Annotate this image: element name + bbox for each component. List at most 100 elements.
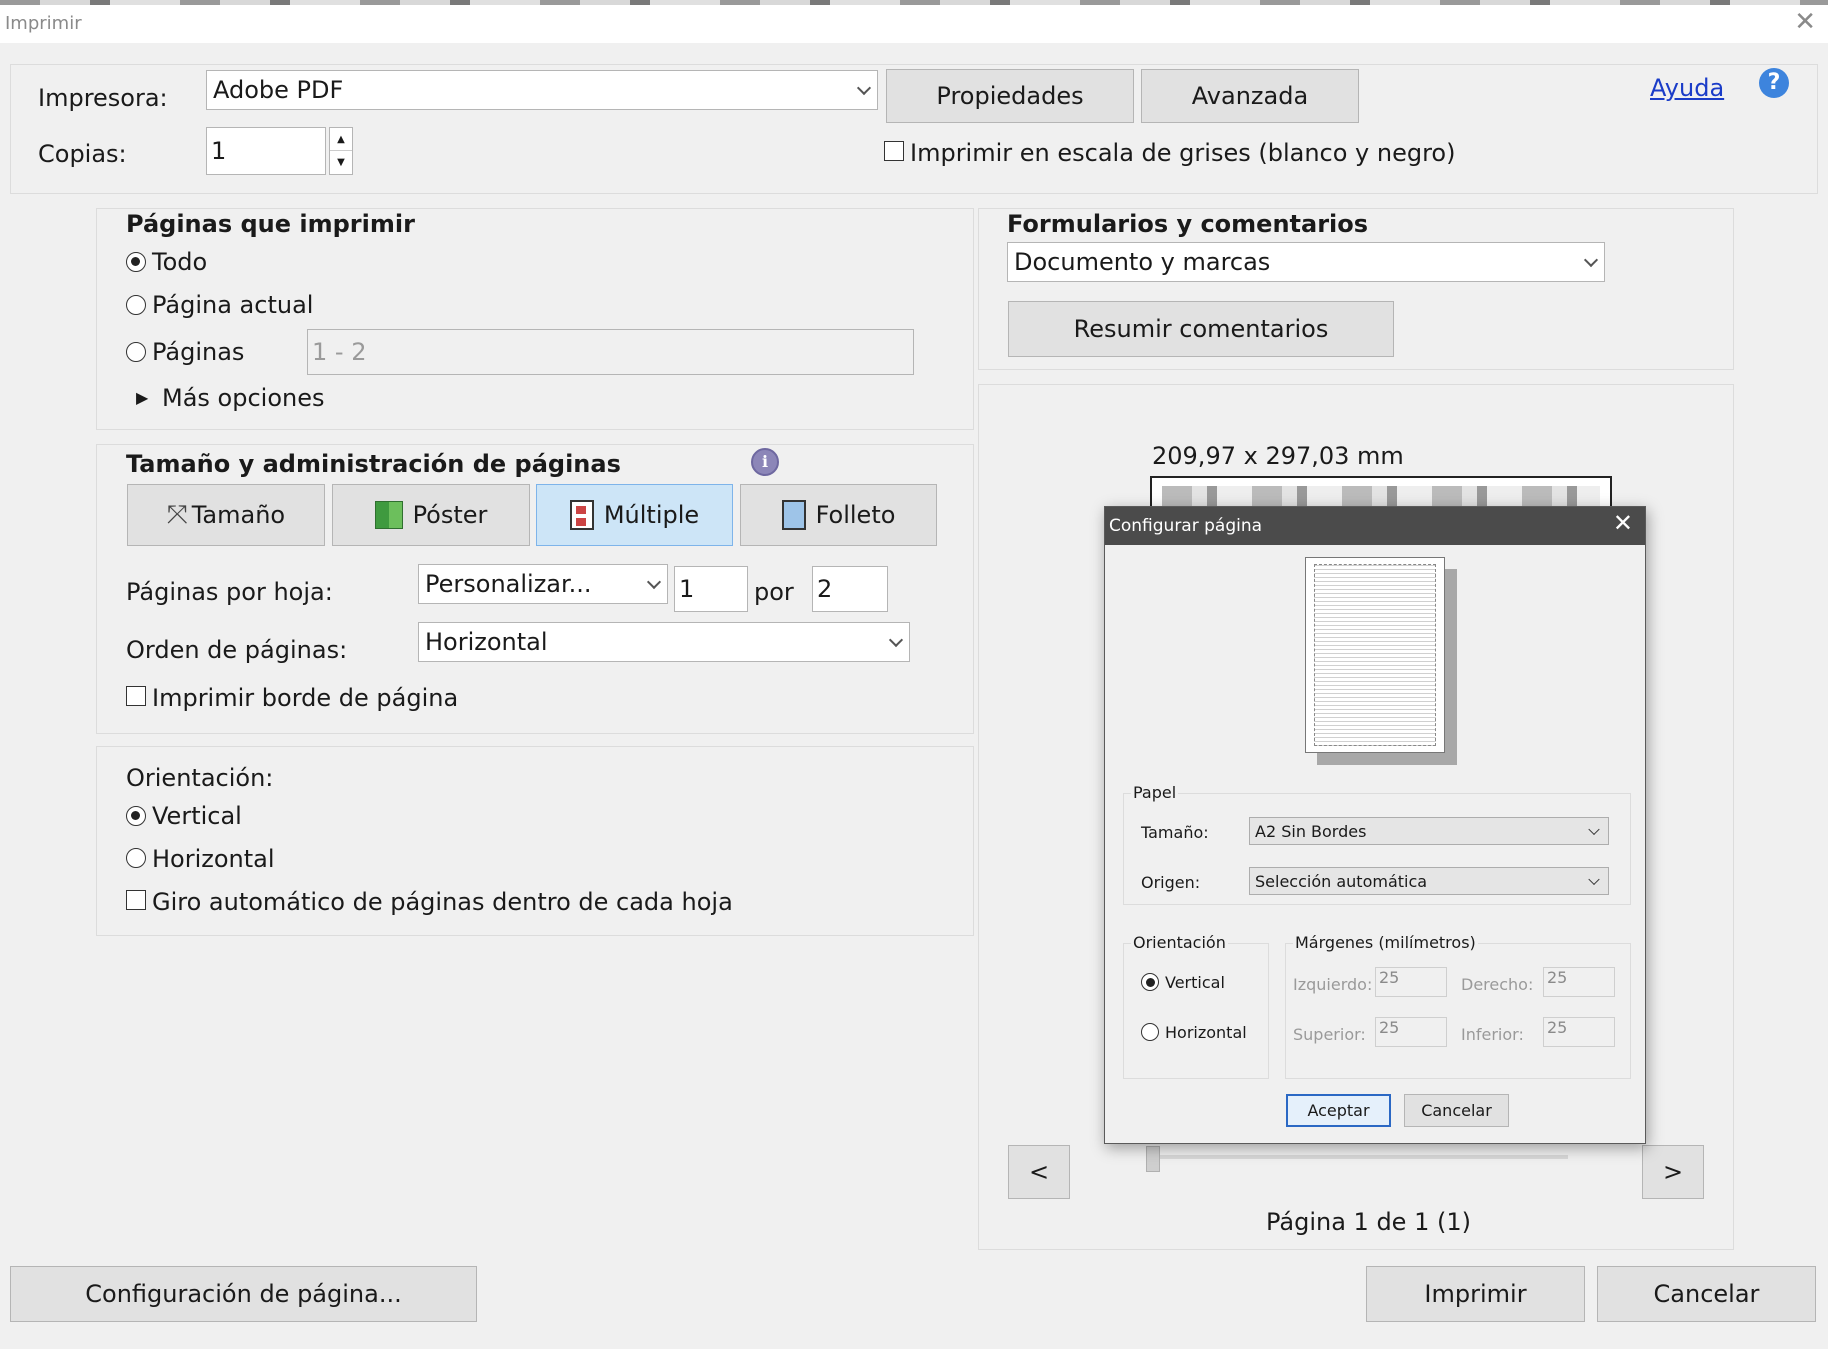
dialog-radio-horizontal-label: Horizontal bbox=[1165, 1023, 1247, 1042]
dialog-orientation-group bbox=[1123, 943, 1269, 1079]
margins-group bbox=[1285, 943, 1631, 1079]
page-dimensions: 209,97 x 297,03 mm bbox=[1152, 442, 1404, 470]
cancel-button[interactable]: Cancelar bbox=[1597, 1266, 1816, 1322]
right-margin-input[interactable]: 25 bbox=[1543, 967, 1615, 997]
page-order-select[interactable]: Horizontal bbox=[418, 622, 910, 662]
top-margin-input[interactable]: 25 bbox=[1375, 1017, 1447, 1047]
page-setup-button[interactable]: Configuración de página... bbox=[10, 1266, 477, 1322]
radio-current-page[interactable] bbox=[126, 295, 146, 315]
dialog-close-icon[interactable]: ✕ bbox=[1613, 509, 1633, 537]
booklet-icon bbox=[781, 500, 806, 530]
multiple-pages-icon bbox=[569, 500, 594, 530]
more-options-link[interactable]: Más opciones bbox=[162, 384, 325, 412]
by-label: por bbox=[754, 578, 794, 606]
tab-poster[interactable]: Póster bbox=[332, 484, 530, 546]
copies-input[interactable]: 1 bbox=[206, 127, 326, 175]
help-icon[interactable]: ? bbox=[1759, 68, 1789, 98]
info-icon[interactable]: i bbox=[751, 448, 779, 476]
window-title: Imprimir bbox=[5, 13, 82, 34]
page-border-checkbox[interactable] bbox=[126, 686, 146, 706]
comments-select[interactable]: Documento y marcas bbox=[1007, 242, 1605, 282]
paper-preview bbox=[1305, 557, 1445, 753]
dialog-radio-horizontal[interactable] bbox=[1141, 1023, 1159, 1041]
properties-button[interactable]: Propiedades bbox=[886, 69, 1134, 123]
pages-per-sheet-select[interactable]: Personalizar... bbox=[418, 564, 668, 604]
tab-multiple-label: Múltiple bbox=[603, 501, 700, 529]
page-border-label: Imprimir borde de página bbox=[152, 684, 459, 712]
grayscale-label: Imprimir en escala de grises (blanco y n… bbox=[910, 139, 1456, 167]
bottom-margin-label: Inferior: bbox=[1461, 1025, 1524, 1044]
dialog-orientation-label: Orientación bbox=[1131, 933, 1228, 952]
triangle-right-icon[interactable]: ▶ bbox=[136, 388, 148, 407]
copies-label: Copias: bbox=[38, 140, 127, 168]
resize-icon: ⤧ bbox=[166, 499, 188, 530]
tab-multiple[interactable]: Múltiple bbox=[536, 484, 733, 546]
tab-size[interactable]: ⤧ Tamaño bbox=[127, 484, 325, 546]
radio-horizontal[interactable] bbox=[126, 848, 146, 868]
left-margin-label: Izquierdo: bbox=[1293, 975, 1373, 994]
dialog-cancel-button[interactable]: Cancelar bbox=[1404, 1094, 1509, 1127]
grayscale-checkbox[interactable] bbox=[884, 141, 904, 161]
auto-rotate-checkbox[interactable] bbox=[126, 890, 146, 910]
left-margin-input[interactable]: 25 bbox=[1375, 967, 1447, 997]
help-link[interactable]: Ayuda bbox=[1650, 74, 1724, 102]
prev-page-button[interactable]: < bbox=[1008, 1145, 1070, 1199]
rows-input[interactable]: 2 bbox=[812, 566, 888, 612]
chevron-down-icon bbox=[1583, 252, 1599, 268]
poster-icon bbox=[374, 501, 403, 529]
printer-select[interactable]: Adobe PDF bbox=[206, 70, 878, 110]
margins-group-label: Márgenes (milímetros) bbox=[1293, 933, 1478, 952]
chevron-down-icon bbox=[1588, 823, 1600, 836]
radio-current-page-label: Página actual bbox=[152, 291, 314, 319]
columns-input[interactable]: 1 bbox=[674, 566, 748, 612]
paper-size-select[interactable]: A2 Sin Bordes bbox=[1249, 817, 1609, 845]
paper-group-label: Papel bbox=[1131, 783, 1179, 802]
printer-value: Adobe PDF bbox=[213, 76, 344, 104]
radio-pages[interactable] bbox=[126, 342, 146, 362]
radio-all-label: Todo bbox=[152, 248, 208, 276]
size-label: Tamaño: bbox=[1141, 823, 1209, 842]
comments-value: Documento y marcas bbox=[1014, 248, 1271, 276]
chevron-down-icon bbox=[888, 632, 904, 648]
page-order-label: Orden de páginas: bbox=[126, 636, 348, 664]
page-slider-thumb[interactable] bbox=[1146, 1146, 1160, 1172]
dialog-ok-button[interactable]: Aceptar bbox=[1286, 1094, 1391, 1127]
tab-booklet-label: Folleto bbox=[815, 501, 896, 529]
page-range-input[interactable]: 1 - 2 bbox=[307, 329, 914, 375]
dialog-radio-vertical[interactable] bbox=[1141, 973, 1159, 991]
source-label: Origen: bbox=[1141, 873, 1201, 892]
right-margin-label: Derecho: bbox=[1461, 975, 1534, 994]
chevron-down-icon bbox=[646, 574, 662, 590]
dialog-title: Configurar página bbox=[1109, 516, 1263, 536]
dialog-title-bar: Configurar página ✕ bbox=[1105, 507, 1645, 545]
radio-vertical[interactable] bbox=[126, 806, 146, 826]
pages-per-sheet-label: Páginas por hoja: bbox=[126, 578, 333, 606]
radio-vertical-label: Vertical bbox=[152, 802, 242, 830]
tab-size-label: Tamaño bbox=[191, 501, 286, 529]
pages-per-sheet-value: Personalizar... bbox=[425, 570, 592, 598]
auto-rotate-label: Giro automático de páginas dentro de cad… bbox=[152, 888, 733, 916]
print-button[interactable]: Imprimir bbox=[1366, 1266, 1585, 1322]
dialog-radio-vertical-label: Vertical bbox=[1165, 973, 1225, 992]
tab-booklet[interactable]: Folleto bbox=[740, 484, 937, 546]
stepper-down-icon[interactable]: ▼ bbox=[330, 151, 352, 174]
copies-stepper[interactable]: ▲ ▼ bbox=[329, 127, 353, 175]
pages-to-print-heading: Páginas que imprimir bbox=[126, 210, 415, 238]
next-page-button[interactable]: > bbox=[1642, 1145, 1704, 1199]
page-status: Página 1 de 1 (1) bbox=[1266, 1208, 1471, 1236]
title-bar: Imprimir ✕ bbox=[0, 5, 1828, 43]
bottom-margin-input[interactable]: 25 bbox=[1543, 1017, 1615, 1047]
chevron-down-icon bbox=[1588, 873, 1600, 886]
stepper-up-icon[interactable]: ▲ bbox=[330, 128, 352, 151]
page-slider-track[interactable] bbox=[1148, 1155, 1568, 1159]
paper-source-select[interactable]: Selección automática bbox=[1249, 867, 1609, 895]
page-handling-heading: Tamaño y administración de páginas bbox=[126, 450, 621, 478]
radio-horizontal-label: Horizontal bbox=[152, 845, 275, 873]
radio-all[interactable] bbox=[126, 252, 146, 272]
paper-size-value: A2 Sin Bordes bbox=[1255, 821, 1367, 841]
comments-heading: Formularios y comentarios bbox=[1007, 210, 1369, 238]
close-icon[interactable]: ✕ bbox=[1794, 7, 1816, 37]
advanced-button[interactable]: Avanzada bbox=[1141, 69, 1359, 123]
summarize-comments-button[interactable]: Resumir comentarios bbox=[1008, 301, 1394, 357]
chevron-down-icon bbox=[856, 80, 872, 96]
